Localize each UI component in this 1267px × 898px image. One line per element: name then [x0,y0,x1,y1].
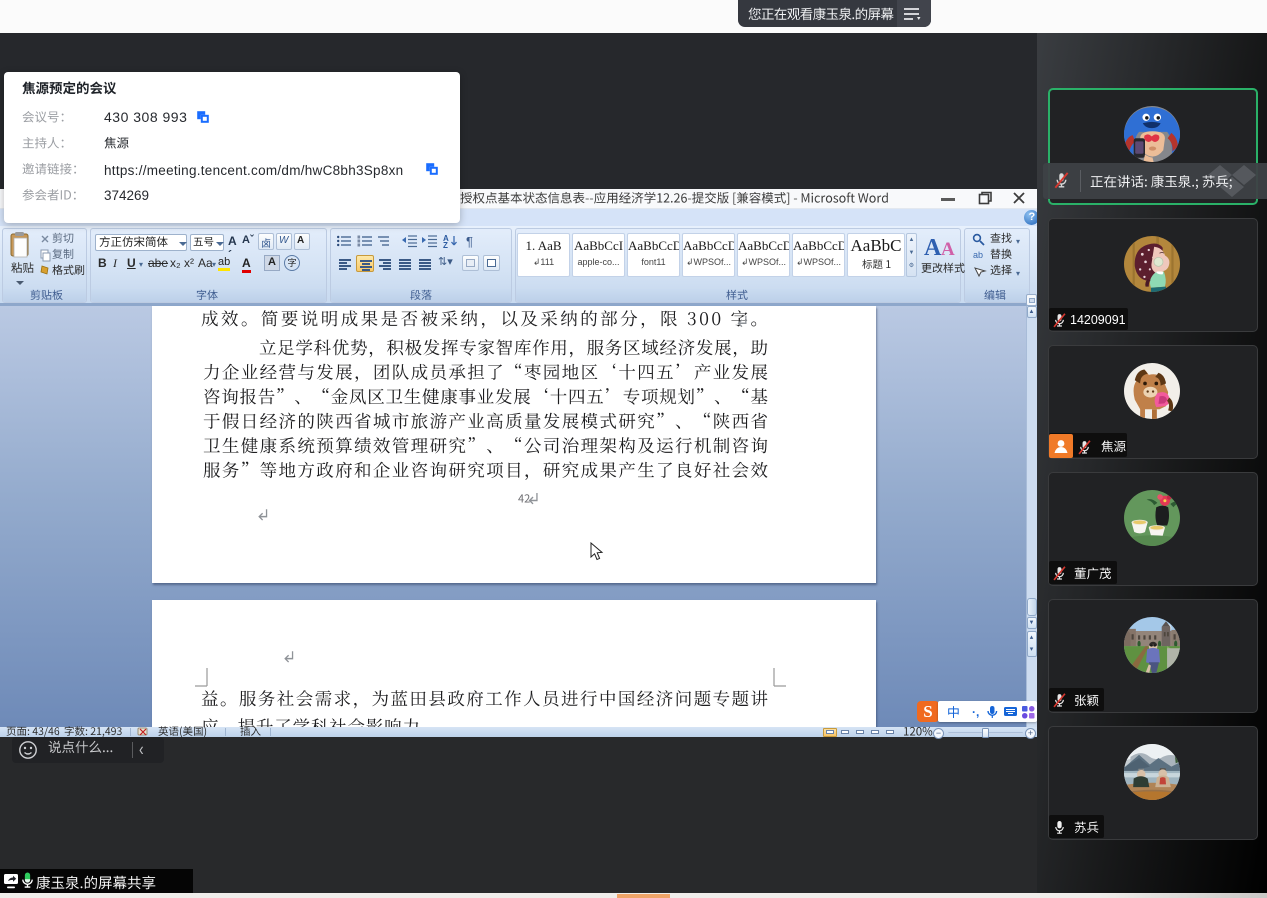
svg-text:·,: ·, [972,705,979,719]
svg-text:¶: ¶ [466,234,473,249]
svg-text:A: A [924,235,942,261]
svg-text:ab: ab [973,250,983,260]
svg-text:Z: Z [443,241,448,249]
svg-text:A: A [941,239,955,260]
